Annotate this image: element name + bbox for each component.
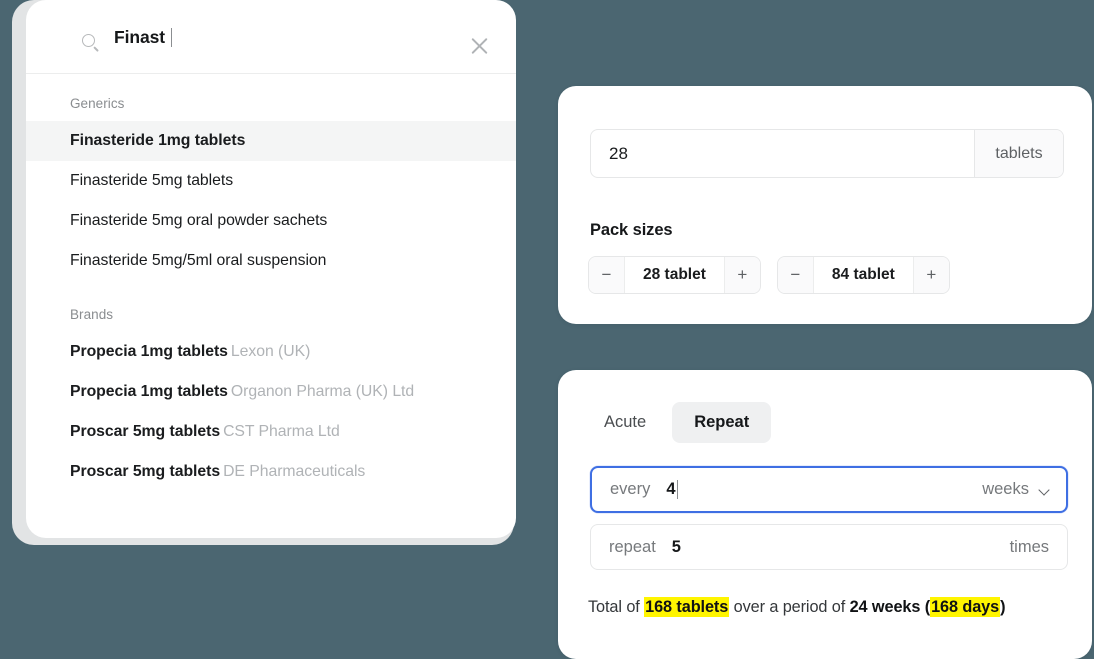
result-item-generic-3[interactable]: Finasteride 5mg/5ml oral suspension [26,241,516,281]
quantity-field-group: 28 tablets [590,129,1064,178]
result-item-generic-1[interactable]: Finasteride 5mg tablets [26,161,516,201]
plus-icon[interactable]: + [913,257,949,293]
result-item-name: Finasteride 5mg/5ml oral suspension [70,252,326,269]
interval-input-value: 4 [666,480,675,499]
repeat-panel: Acute Repeat every 4 weeks repeat 5 time… [558,370,1092,659]
result-item-name: Propecia 1mg tablets [70,383,228,400]
summary-middle: over a period of [729,598,849,616]
interval-lead-label: every [610,480,650,499]
pack-size-label[interactable]: 28 tablet [625,257,724,293]
summary-prefix: Total of [588,598,644,616]
result-item-name: Proscar 5mg tablets [70,423,220,440]
search-results: Generics Finasteride 1mg tablets Finaste… [26,74,516,492]
minus-icon[interactable]: − [589,257,625,293]
summary-open-paren: ( [920,598,930,616]
interval-field[interactable]: every 4 weeks [590,466,1068,513]
repeats-unit-label: times [1010,538,1049,557]
repeats-field[interactable]: repeat 5 times [590,524,1068,570]
result-item-name: Finasteride 5mg tablets [70,172,233,189]
result-item-supplier: DE Pharmaceuticals [223,463,365,480]
result-item-brand-3[interactable]: Proscar 5mg tabletsDE Pharmaceuticals [26,452,516,492]
result-item-supplier: CST Pharma Ltd [223,423,340,440]
tab-acute[interactable]: Acute [582,402,668,443]
search-input-value: Finast [114,27,165,48]
summary-close-paren: ) [1000,598,1005,616]
pack-size-stepper-0: − 28 tablet + [588,256,761,294]
plus-icon[interactable]: + [724,257,760,293]
summary-period: 24 weeks [850,598,921,616]
result-item-generic-0[interactable]: Finasteride 1mg tablets [26,121,516,161]
result-item-supplier: Lexon (UK) [231,343,310,360]
prescription-type-tabs: Acute Repeat [582,402,771,443]
repeats-lead-label: repeat [609,538,656,557]
text-caret [171,28,173,47]
quantity-input[interactable]: 28 [591,130,974,177]
result-item-generic-2[interactable]: Finasteride 5mg oral powder sachets [26,201,516,241]
chevron-down-icon[interactable] [1038,484,1049,495]
interval-unit-label[interactable]: weeks [982,480,1029,499]
minus-icon[interactable]: − [778,257,814,293]
repeats-input-value: 5 [672,538,681,557]
close-icon[interactable] [469,35,490,56]
quantity-unit-label: tablets [974,130,1063,177]
result-item-name: Proscar 5mg tablets [70,463,220,480]
search-icon [82,34,99,51]
quantity-panel: 28 tablets Pack sizes − 28 tablet + − 84… [558,86,1092,324]
search-input[interactable]: Finast [114,0,172,74]
tab-repeat[interactable]: Repeat [672,402,771,443]
search-header: Finast [26,0,516,74]
quantity-input-value: 28 [609,144,628,164]
total-summary: Total of 168 tablets over a period of 24… [588,598,1005,617]
search-panel-frame: Finast Generics Finasteride 1mg tablets … [12,0,514,545]
pack-sizes-list: − 28 tablet + − 84 tablet + [588,256,950,294]
result-item-supplier: Organon Pharma (UK) Ltd [231,383,414,400]
pack-size-stepper-1: − 84 tablet + [777,256,950,294]
summary-total-quantity: 168 tablets [644,597,729,617]
pack-size-label[interactable]: 84 tablet [814,257,913,293]
result-item-name: Finasteride 1mg tablets [70,132,245,149]
result-item-brand-2[interactable]: Proscar 5mg tabletsCST Pharma Ltd [26,412,516,452]
result-item-brand-0[interactable]: Propecia 1mg tabletsLexon (UK) [26,332,516,372]
result-item-name: Finasteride 5mg oral powder sachets [70,212,327,229]
search-panel: Finast Generics Finasteride 1mg tablets … [26,0,516,538]
result-group-label-generics: Generics [26,74,516,121]
result-item-brand-1[interactable]: Propecia 1mg tabletsOrganon Pharma (UK) … [26,372,516,412]
summary-total-days: 168 days [930,597,1000,617]
pack-sizes-title: Pack sizes [590,221,672,240]
text-caret [677,480,679,499]
result-item-name: Propecia 1mg tablets [70,343,228,360]
app-root: Finast Generics Finasteride 1mg tablets … [0,0,1094,659]
result-group-label-brands: Brands [26,281,516,332]
